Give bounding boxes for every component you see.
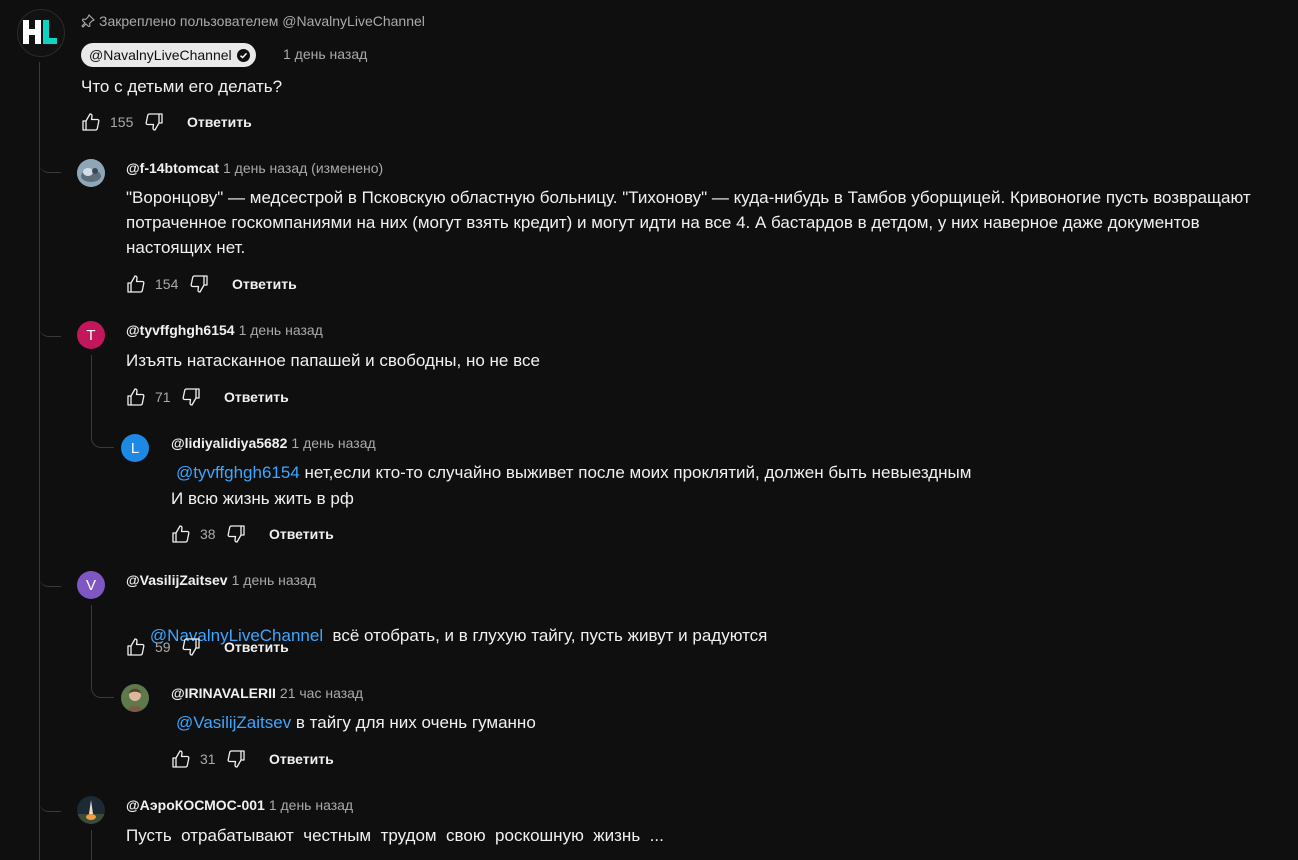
reply-button[interactable]: Ответить xyxy=(232,276,297,292)
comment-time[interactable]: 1 день назад xyxy=(291,435,375,451)
thread-connector xyxy=(39,564,61,587)
sub-thread-line xyxy=(91,355,92,435)
author-name[interactable]: @АэроКОСМОС-001 xyxy=(126,797,265,813)
dislike-icon[interactable] xyxy=(187,272,211,296)
like-count: 38 xyxy=(200,526,216,542)
thread-connector xyxy=(91,675,114,698)
author-name[interactable]: @f-14btomcat xyxy=(126,160,219,176)
avatar[interactable] xyxy=(121,684,149,712)
comment-header: @АэроКОСМОС-001 1 день назад xyxy=(126,797,353,813)
like-icon[interactable] xyxy=(124,385,148,409)
like-icon[interactable] xyxy=(124,635,148,659)
avatar[interactable]: L xyxy=(121,434,149,462)
comment-time[interactable]: 21 час назад xyxy=(280,685,363,701)
pin-icon xyxy=(81,14,95,28)
comment-text-line: И всю жизнь жить в рф xyxy=(171,489,354,508)
thread-connector xyxy=(39,789,61,812)
sub-thread-line xyxy=(91,830,92,860)
author-chip[interactable]: @NavalnyLiveChannel xyxy=(81,43,256,67)
comment-text: Пусть отрабатывают честным трудом свою р… xyxy=(126,826,664,845)
comments-section: Закреплено пользователем @NavalnyLiveCha… xyxy=(0,0,1298,860)
like-count: 59 xyxy=(155,639,171,655)
like-icon[interactable] xyxy=(169,747,193,771)
comment-text: Что с детьми его делать? xyxy=(81,77,283,96)
comment-header: @VasilijZaitsev 1 день назад xyxy=(126,572,316,588)
like-icon[interactable] xyxy=(169,522,193,546)
comment-actions: 31 Ответить xyxy=(169,747,334,771)
like-count: 154 xyxy=(155,276,179,292)
sub-thread-line xyxy=(91,605,92,685)
avatar[interactable] xyxy=(77,159,105,187)
reply-button[interactable]: Ответить xyxy=(269,751,334,767)
pinned-label: Закреплено пользователем @NavalnyLiveCha… xyxy=(81,13,425,29)
thread-line xyxy=(39,62,40,860)
comment-actions: 154 Ответить xyxy=(124,272,297,296)
dislike-icon[interactable] xyxy=(224,747,248,771)
avatar[interactable] xyxy=(77,796,105,824)
reply-button[interactable]: Ответить xyxy=(224,389,289,405)
author-name[interactable]: @tyvffghgh6154 xyxy=(126,322,235,338)
dislike-icon[interactable] xyxy=(224,522,248,546)
verified-icon xyxy=(236,48,250,62)
comment-header: @lidiyalidiya5682 1 день назад xyxy=(171,435,376,451)
pinned-label-text: Закреплено пользователем @NavalnyLiveCha… xyxy=(99,13,425,29)
comment-actions: 155 Ответить xyxy=(79,110,252,134)
author-name: @NavalnyLiveChannel xyxy=(89,47,232,63)
author-name[interactable]: @IRINAVALERII xyxy=(171,685,276,701)
dislike-icon[interactable] xyxy=(179,385,203,409)
comment-time[interactable]: 1 день назад xyxy=(239,322,323,338)
comment-text: @tyvffghgh6154 нет,если кто-то случайно … xyxy=(171,460,971,485)
author-name[interactable]: @VasilijZaitsev xyxy=(126,572,228,588)
reply-button[interactable]: Ответить xyxy=(224,639,289,655)
channel-avatar[interactable] xyxy=(17,9,65,57)
comment-header: @IRINAVALERII 21 час назад xyxy=(171,685,363,701)
like-icon[interactable] xyxy=(79,110,103,134)
mention-link[interactable]: @VasilijZaitsev xyxy=(176,713,291,732)
comment-header: @f-14btomcat 1 день назад (изменено) xyxy=(126,160,383,176)
comment-text-part: всё отобрать, и в глухую тайгу, пусть жи… xyxy=(323,626,768,645)
comment-header: @tyvffghgh6154 1 день назад xyxy=(126,322,323,338)
dislike-icon[interactable] xyxy=(179,635,203,659)
comment-text: @VasilijZaitsev в тайгу для них очень гу… xyxy=(171,710,536,735)
avatar[interactable]: V xyxy=(77,571,105,599)
comment-actions: 59 Ответить xyxy=(124,635,289,659)
comment-time[interactable]: 1 день назад xyxy=(283,46,367,62)
avatar[interactable]: T xyxy=(77,321,105,349)
comment-text-line: настоящих нет. xyxy=(126,238,246,257)
like-icon[interactable] xyxy=(124,272,148,296)
dislike-icon[interactable] xyxy=(142,110,166,134)
reply-button[interactable]: Ответить xyxy=(187,114,252,130)
thread-connector xyxy=(39,150,61,173)
comment-time[interactable]: 1 день назад (изменено) xyxy=(223,160,383,176)
channel-logo xyxy=(23,20,57,44)
thread-connector xyxy=(39,314,61,337)
comment-actions: 71 Ответить xyxy=(124,385,289,409)
mention-link[interactable]: @tyvffghgh6154 xyxy=(176,463,300,482)
like-count: 155 xyxy=(110,114,134,130)
comment-actions: 38 Ответить xyxy=(169,522,334,546)
comment-text-line: "Воронцову" — медсестрой в Псковскую обл… xyxy=(126,188,1251,207)
like-count: 71 xyxy=(155,389,171,405)
thread-connector xyxy=(91,425,114,448)
comment-text-part: нет,если кто-то случайно выживет после м… xyxy=(299,463,972,482)
comment-time[interactable]: 1 день назад xyxy=(232,572,316,588)
comment-text-part: в тайгу для них очень гуманно xyxy=(291,713,536,732)
reply-button[interactable]: Ответить xyxy=(269,526,334,542)
author-name[interactable]: @lidiyalidiya5682 xyxy=(171,435,287,451)
comment-text: Изъять натасканное папашей и свободны, н… xyxy=(126,351,540,370)
comment-text-line: потраченное госкомпаниями на них (могут … xyxy=(126,213,1200,232)
comment-time[interactable]: 1 день назад xyxy=(269,797,353,813)
like-count: 31 xyxy=(200,751,216,767)
